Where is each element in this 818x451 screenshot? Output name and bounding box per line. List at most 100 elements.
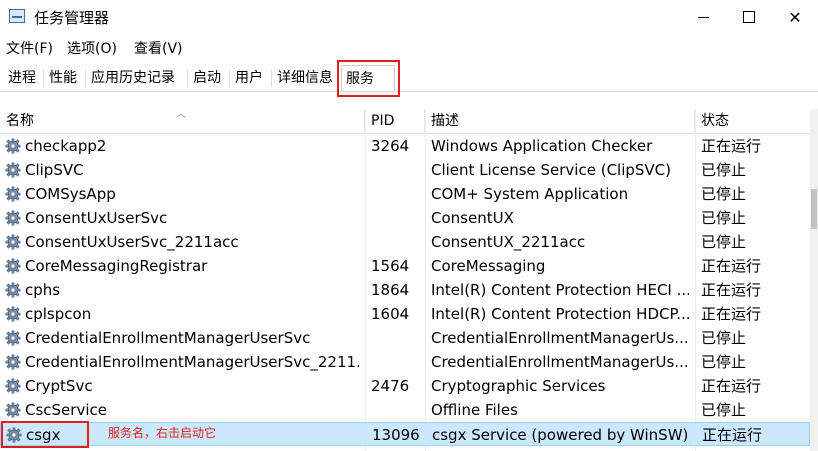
menu-view[interactable]: 查看(V) xyxy=(134,38,183,58)
close-icon: ✕ xyxy=(788,7,802,27)
service-name: CredentialEnrollmentManagerUserSvc xyxy=(25,329,311,347)
maximize-button[interactable] xyxy=(726,0,772,34)
minimize-icon xyxy=(697,16,709,18)
gear-icon xyxy=(5,186,21,202)
service-status: 已停止 xyxy=(701,233,747,251)
service-name: ConsentUxUserSvc xyxy=(25,209,168,227)
service-row[interactable]: ConsentUxUserSvc_2211acc ConsentUX_2211a… xyxy=(0,230,810,254)
service-row[interactable]: ClipSVC Client License Service (ClipSVC)… xyxy=(0,158,810,182)
tab-separator xyxy=(229,69,230,87)
service-status: 正在运行 xyxy=(701,257,762,275)
tab-separator xyxy=(187,69,188,87)
csgx-highlight xyxy=(1,421,89,448)
tab-users[interactable]: 用户 xyxy=(231,65,267,91)
service-name: CredentialEnrollmentManagerUserSvc_2211.… xyxy=(25,353,360,371)
service-description: ConsentUX xyxy=(431,209,514,227)
service-description: COM+ System Application xyxy=(431,185,629,203)
gear-icon xyxy=(5,402,21,418)
column-header-name[interactable]: 名称 ︿ xyxy=(0,109,365,133)
services-tab-highlight xyxy=(337,60,400,97)
service-status: 已停止 xyxy=(701,209,747,227)
service-name: checkapp2 xyxy=(25,137,107,155)
service-pid: 2476 xyxy=(371,377,410,395)
service-pid xyxy=(371,158,421,182)
service-row[interactable]: CscService Offline Files 已停止 xyxy=(0,398,810,422)
scrollbar-thumb[interactable] xyxy=(811,189,817,229)
column-header-description[interactable]: 描述 xyxy=(425,109,695,133)
service-name: cplspcon xyxy=(25,305,92,323)
gear-icon xyxy=(5,330,21,346)
service-status: 已停止 xyxy=(701,329,747,347)
title-bar: 任务管理器 ✕ xyxy=(0,0,818,34)
service-pid xyxy=(371,326,421,350)
service-row[interactable]: CoreMessagingRegistrar 1564 CoreMessagin… xyxy=(0,254,810,278)
service-description: CredentialEnrollmentManagerUs... xyxy=(431,353,689,371)
service-row[interactable]: CredentialEnrollmentManagerUserSvc_2211.… xyxy=(0,350,810,374)
column-header-status[interactable]: 状态 xyxy=(695,109,810,133)
tab-bar: 进程 性能 应用历史记录 启动 用户 详细信息 服务 xyxy=(0,63,818,92)
service-status: 已停止 xyxy=(701,185,747,203)
tab-startup[interactable]: 启动 xyxy=(189,65,225,91)
service-pid: 1864 xyxy=(371,281,410,299)
vertical-scrollbar[interactable] xyxy=(810,109,818,451)
tab-details[interactable]: 详细信息 xyxy=(273,65,337,91)
service-name: ConsentUxUserSvc_2211acc xyxy=(25,233,239,251)
service-pid xyxy=(371,398,421,422)
annotation-text: 服务名，右击启动它 xyxy=(108,426,217,440)
service-description: CredentialEnrollmentManagerUs... xyxy=(431,329,689,347)
service-pid: 13096 xyxy=(372,426,420,444)
menu-file[interactable]: 文件(F) xyxy=(6,38,53,58)
service-status: 正在运行 xyxy=(701,377,762,395)
service-pid xyxy=(371,206,421,230)
tab-processes[interactable]: 进程 xyxy=(4,65,40,91)
gear-icon xyxy=(5,258,21,274)
service-description: Intel(R) Content Protection HDCP... xyxy=(431,305,689,323)
close-button[interactable]: ✕ xyxy=(772,0,818,34)
service-row[interactable]: COMSysApp COM+ System Application 已停止 xyxy=(0,182,810,206)
service-pid xyxy=(371,350,421,374)
service-status: 已停止 xyxy=(701,353,747,371)
task-manager-icon xyxy=(9,9,25,23)
service-status: 正在运行 xyxy=(701,137,762,155)
service-row[interactable]: cplspcon 1604 Intel(R) Content Protectio… xyxy=(0,302,810,326)
tab-performance[interactable]: 性能 xyxy=(45,65,81,91)
service-pid xyxy=(371,230,421,254)
menu-options[interactable]: 选项(O) xyxy=(67,38,117,58)
service-pid: 3264 xyxy=(371,137,410,155)
maximize-icon xyxy=(743,11,755,23)
window-title: 任务管理器 xyxy=(34,9,110,27)
tab-separator xyxy=(271,69,272,87)
service-pid: 1604 xyxy=(371,305,410,323)
table-header: 名称 ︿ PID 描述 状态 xyxy=(0,109,810,134)
service-description: Windows Application Checker xyxy=(431,137,653,155)
service-row[interactable]: CredentialEnrollmentManagerUserSvc Crede… xyxy=(0,326,810,350)
service-row[interactable]: CryptSvc 2476 Cryptographic Services 正在运… xyxy=(0,374,810,398)
sort-ascending-icon: ︿ xyxy=(176,109,186,120)
service-name: CscService xyxy=(25,401,107,419)
gear-icon xyxy=(5,138,21,154)
service-name: CoreMessagingRegistrar xyxy=(25,257,208,275)
minimize-button[interactable] xyxy=(680,0,726,34)
gear-icon xyxy=(5,162,21,178)
service-row[interactable]: cphs 1864 Intel(R) Content Protection HE… xyxy=(0,278,810,302)
tab-separator xyxy=(85,69,86,87)
service-description: ConsentUX_2211acc xyxy=(431,233,586,251)
column-pid-label: PID xyxy=(371,113,395,129)
service-status: 正在运行 xyxy=(702,426,763,444)
column-header-pid[interactable]: PID xyxy=(365,109,425,133)
tab-separator xyxy=(43,69,44,87)
service-row[interactable]: checkapp2 3264 Windows Application Check… xyxy=(0,134,810,158)
service-description: Cryptographic Services xyxy=(431,377,606,395)
service-description: Intel(R) Content Protection HECI ... xyxy=(431,281,689,299)
service-status: 已停止 xyxy=(701,161,747,179)
service-description: Client License Service (ClipSVC) xyxy=(431,161,672,179)
service-status: 正在运行 xyxy=(701,305,762,323)
gear-icon xyxy=(5,378,21,394)
gear-icon xyxy=(5,282,21,298)
column-name-label: 名称 xyxy=(6,113,34,129)
column-status-label: 状态 xyxy=(701,113,729,129)
service-row[interactable]: ConsentUxUserSvc ConsentUX 已停止 xyxy=(0,206,810,230)
tab-app-history[interactable]: 应用历史记录 xyxy=(87,65,179,91)
gear-icon xyxy=(5,234,21,250)
gear-icon xyxy=(5,306,21,322)
